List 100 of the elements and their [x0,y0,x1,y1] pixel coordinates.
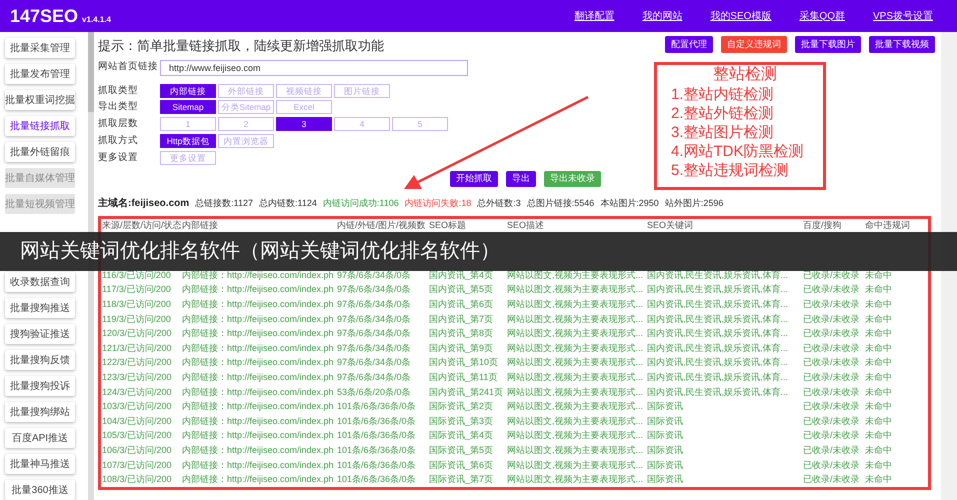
table-cell-text: 国内资讯,民生资讯,娱乐资讯,体育... [646,283,790,296]
table-cell-text: 已收录/未收录 [802,268,861,282]
table-cell-text: 117/3/已访问/200 [101,283,172,296]
table-cell-text: 国内资讯,民生资讯,娱乐资讯,体育... [646,327,790,340]
table-cell-text: 国内资讯,民生资讯,娱乐资讯,体育... [646,312,790,326]
table-cell-text: 97条/6条/34条/0条 [336,356,412,370]
hint-text: 提示：简单批量链接抓取，陆续更新增强抓取功能 [98,37,384,55]
table-cell-text: 101条/6条/36条/0条 [336,429,417,442]
table-cell-text: 网站以图文,视频为主要表现形式... [506,283,644,296]
toolbar-button[interactable]: 配置代理 [665,36,713,53]
table-cell-text: 已收录/未收录 [802,371,861,384]
table-cell-text: 国际资讯 [646,400,684,414]
table-cell-text: 123/3/已访问/200 [101,371,173,384]
nav-link[interactable]: 我的网站 [628,8,696,24]
table-cell-text: 已收录/未收录 [802,356,861,370]
table-cell-text: 97条/6条/34条/0条 [336,268,412,282]
table-cell-text: 未命中 [864,342,893,355]
nav-link[interactable]: 采集QQ群 [785,8,859,24]
table-cell-text: 网站以图文,视频为主要表现形式... [506,473,644,486]
table-cell-text: 101条/6条/36条/0条 [336,458,417,472]
sidebar-item[interactable]: 批量搜狗反馈 [5,350,75,370]
sidebar-item[interactable]: 收录数据查询 [5,272,75,292]
table-cell-text: 网站以图文,视频为主要表现形式... [506,458,644,472]
sidebar-item[interactable]: 批量360推送 [5,480,75,500]
sidebar-item[interactable]: 批量搜狗推送 [5,298,75,318]
table-cell-text: 116/3/已访问/200 [101,268,172,282]
sidebar-item[interactable]: 批量权重词挖掘 [5,90,75,110]
sidebar-item[interactable]: 批量采集管理 [5,38,75,58]
table-cell-text: 未命中 [864,414,893,428]
action-button[interactable]: 导出 [506,170,536,187]
table-cell-text: 未命中 [864,473,893,486]
option-button[interactable]: 3 [276,117,332,132]
option-button[interactable]: Sitemap [160,100,216,114]
table-cell-text: 97条/6条/34条/0条 [336,312,412,326]
table-cell-text: 国际资讯_第7页 [428,473,494,486]
sidebar-item[interactable]: 批量外链留痕 [5,142,75,162]
nav-link[interactable]: 我的SEO模版 [696,8,786,24]
table-cell-text: 未命中 [864,327,893,340]
table-cell-text: 103/3/已访问/200 [101,400,173,414]
toolbar-button[interactable]: 批量下载视频 [869,36,935,53]
sidebar-item[interactable]: 批量发布管理 [5,64,75,84]
option-button[interactable]: 内部链接 [160,84,216,98]
table-cell-text: 网站以图文,视频为主要表现形式... [506,400,644,414]
sidebar-item[interactable]: 百度API推送 [5,428,75,448]
table-cell-text: 106/3/已访问/200 [101,444,173,458]
table-cell-text: 124/3/已访问/200 [101,386,173,399]
table-cell-text: 网站以图文,视频为主要表现形式... [506,386,644,399]
sidebar-item[interactable]: 批量神马推送 [5,454,75,474]
table-cell-text: 内部链接：http://feijiseo.com/index.ph [181,458,335,472]
caption-banner: 网站关键词优化排名软件（网站关键词优化排名软件） [0,232,957,271]
nav-link[interactable]: VPS拨号设置 [858,8,947,24]
sidebar-item[interactable]: 批量链接抓取 [5,116,75,136]
table-cell-text: 未命中 [864,298,893,312]
table-cell-text: 网站以图文,视频为主要表现形式... [506,342,644,355]
stat-text: 总链接数:1127 [195,196,253,210]
option-button[interactable]: Http数据包 [160,134,216,148]
table-cell-text: 已收录/未收录 [802,386,861,399]
table-cell-text: 未命中 [864,312,893,326]
stat-text: 主域名:feijiseo.com [98,196,190,211]
stat-text: 内链访问失败:18 [404,196,472,210]
annotation-line: 4.网站TDK防黑检测 [671,142,805,161]
table-cell-text: 国际资讯_第6页 [428,458,494,472]
table-cell-text: 国际资讯 [646,414,684,428]
table-cell-text: 网站以图文,视频为主要表现形式... [506,268,644,282]
table-cell-text: 已收录/未收录 [802,458,861,472]
sidebar-item[interactable]: 搜狗验证推送 [5,324,75,344]
toolbar-button[interactable]: 自定义违规词 [721,36,787,53]
stat-text: 总内链数:1124 [259,196,317,210]
table-cell-text: 内部链接：http://feijiseo.com/index.ph [181,268,335,282]
table-cell-text: 国内资讯,民生资讯,娱乐资讯,体育... [646,371,790,384]
table-cell-text: 已收录/未收录 [802,473,861,486]
table-cell-text: 国内资讯_第6页 [428,298,494,312]
table-cell-text: 内部链接：http://feijiseo.com/index.ph [181,414,335,428]
action-button[interactable]: 开始抓取 [450,170,498,187]
url-field[interactable]: http://www.feijiseo.com [160,60,468,76]
table-cell-text: 国际资讯_第4页 [428,429,494,442]
table-cell-text: 97条/6条/34条/0条 [336,371,412,384]
table-cell-text: 104/3/已访问/200 [101,414,173,428]
table-cell-text: 101条/6条/36条/0条 [336,444,417,458]
table-cell-text: 未命中 [864,400,893,414]
column-header: SEO关键词 [646,219,694,232]
sidebar-item[interactable]: 批量搜狗绑站 [5,402,75,422]
table-cell-text: 国内资讯_第7页 [428,312,494,326]
table-cell-text: 内部链接：http://feijiseo.com/index.ph [181,444,335,458]
table-cell-text: 已收录/未收录 [802,283,861,296]
table-cell-text: 未命中 [864,429,893,442]
table-cell-text: 内部链接：http://feijiseo.com/index.ph [181,386,335,399]
table-cell-text: 国内资讯_第11页 [428,371,498,384]
toolbar-button[interactable]: 批量下载图片 [795,36,861,53]
sidebar-item[interactable]: 批量搜狗投诉 [5,376,75,396]
column-header: 内链/外链/图片/视频数 [336,219,427,232]
nav-link[interactable]: 翻译配置 [560,8,628,24]
scrollbar[interactable] [941,32,957,500]
table-cell-text: 内部链接：http://feijiseo.com/index.ph [181,371,335,384]
table-cell-text: 国内资讯,民生资讯,娱乐资讯,体育... [646,342,790,355]
annotation-line: 2.整站外链检测 [671,104,775,123]
option-label: 导出类型 [98,100,139,114]
field-label: 网站首页链接 [98,60,159,74]
table-cell-text: 内部链接：http://feijiseo.com/index.ph [181,429,335,442]
table-cell-text: 网站以图文,视频为主要表现形式... [506,298,644,312]
